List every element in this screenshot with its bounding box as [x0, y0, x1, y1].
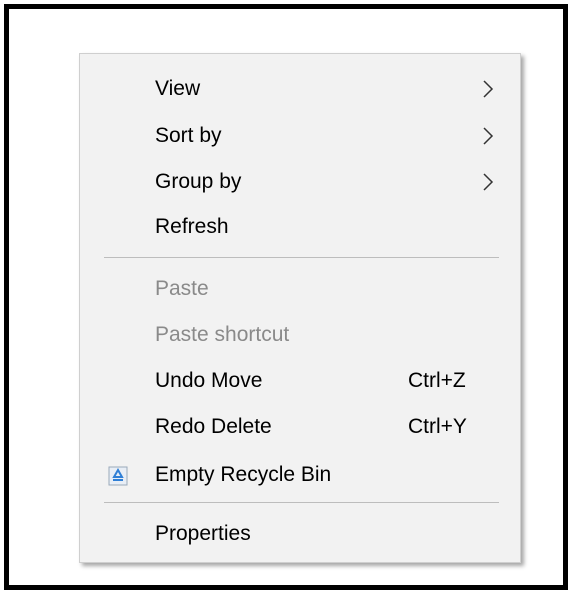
- menu-item-label: Paste: [155, 277, 209, 300]
- chevron-right-icon: [483, 80, 494, 98]
- menu-item-paste: Paste: [80, 268, 520, 308]
- menu-item-empty-recycle-bin[interactable]: Empty Recycle Bin: [80, 454, 520, 494]
- menu-item-shortcut: Ctrl+Z: [408, 369, 466, 392]
- menu-separator: [104, 502, 499, 503]
- menu-item-refresh[interactable]: Refresh: [80, 206, 520, 246]
- menu-item-group-by[interactable]: Group by: [80, 161, 520, 201]
- chevron-right-icon: [483, 127, 494, 145]
- menu-separator: [104, 257, 499, 258]
- menu-item-view[interactable]: View: [80, 68, 520, 108]
- screenshot-frame: View Sort by Group by Refresh Paste Past: [4, 4, 568, 590]
- menu-item-shortcut: Ctrl+Y: [408, 415, 467, 438]
- menu-item-label: Properties: [155, 522, 251, 545]
- menu-item-redo-delete[interactable]: Redo Delete Ctrl+Y: [80, 406, 520, 446]
- recycle-bin-icon: [108, 466, 128, 486]
- menu-item-label: Redo Delete: [155, 415, 272, 438]
- menu-item-label: Group by: [155, 170, 242, 193]
- menu-item-label: Paste shortcut: [155, 323, 290, 346]
- desktop-context-menu: View Sort by Group by Refresh Paste Past: [79, 53, 521, 563]
- menu-item-undo-move[interactable]: Undo Move Ctrl+Z: [80, 360, 520, 400]
- menu-item-label: Refresh: [155, 215, 229, 238]
- chevron-right-icon: [483, 173, 494, 191]
- menu-item-paste-shortcut: Paste shortcut: [80, 314, 520, 354]
- menu-item-properties[interactable]: Properties: [80, 513, 520, 553]
- menu-item-label: Empty Recycle Bin: [155, 463, 332, 486]
- menu-item-label: View: [155, 77, 201, 100]
- menu-item-label: Sort by: [155, 124, 222, 147]
- menu-item-label: Undo Move: [155, 369, 263, 392]
- menu-item-sort-by[interactable]: Sort by: [80, 115, 520, 155]
